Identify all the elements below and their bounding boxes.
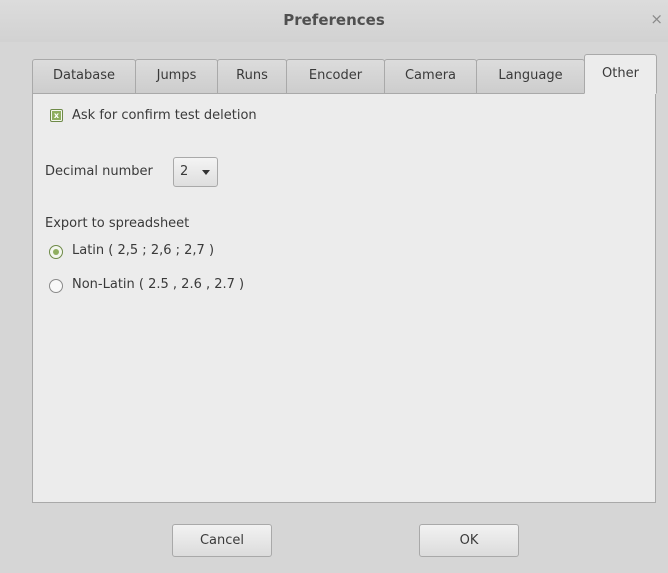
confirm-deletion-checkbox[interactable]: x [50,109,63,122]
tab-runs[interactable]: Runs [217,59,287,93]
ok-button[interactable]: OK [419,524,519,557]
decimal-number-label: Decimal number [45,164,153,179]
export-spreadsheet-label: Export to spreadsheet [45,216,190,231]
tab-encoder[interactable]: Encoder [286,59,385,93]
confirm-deletion-label[interactable]: Ask for confirm test deletion [72,108,257,123]
tab-other[interactable]: Other [584,54,657,94]
cancel-button[interactable]: Cancel [172,524,272,557]
checkmark-icon: x [52,111,61,120]
radio-non-latin[interactable] [49,279,63,293]
radio-latin-label[interactable]: Latin ( 2,5 ; 2,6 ; 2,7 ) [72,243,214,258]
tab-database[interactable]: Database [32,59,136,93]
window-title: Preferences [283,11,385,29]
decimal-number-value: 2 [180,164,189,179]
title-bar: Preferences × [0,0,668,42]
tab-camera[interactable]: Camera [384,59,477,93]
close-icon[interactable]: × [650,10,663,28]
tab-panel-other [32,93,656,503]
radio-non-latin-label[interactable]: Non-Latin ( 2.5 , 2.6 , 2.7 ) [72,277,244,292]
tab-jumps[interactable]: Jumps [135,59,218,93]
tab-language[interactable]: Language [476,59,585,93]
chevron-down-icon [202,170,210,175]
radio-selected-dot [53,249,59,255]
decimal-number-select[interactable]: 2 [173,157,218,187]
radio-latin[interactable] [49,245,63,259]
